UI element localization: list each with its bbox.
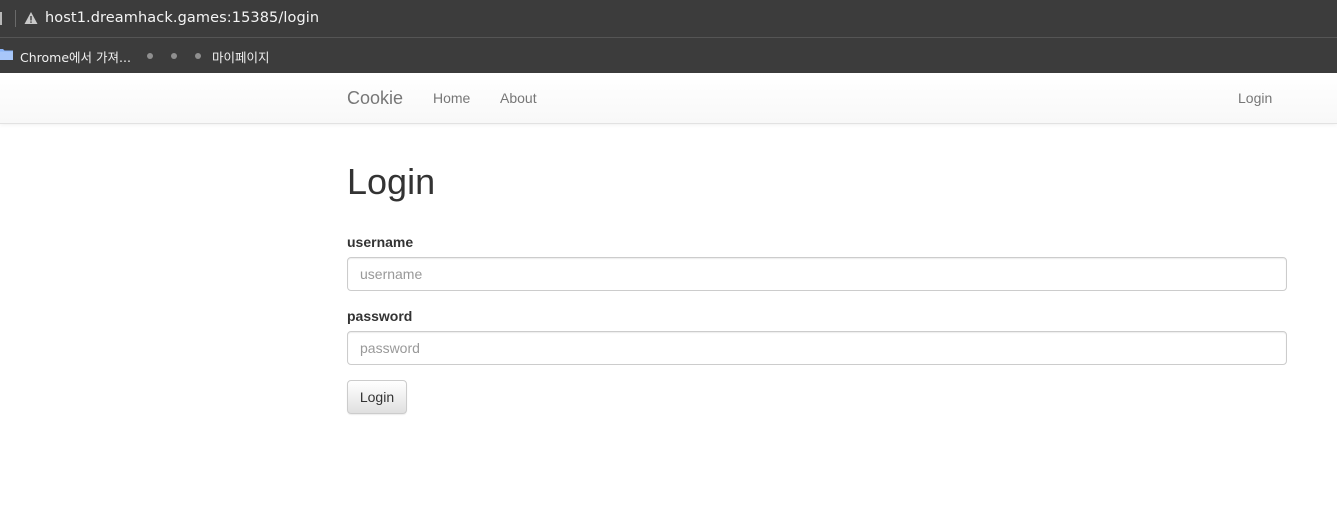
login-button[interactable]: Login: [347, 380, 407, 414]
bookmarks-bar: Chrome에서 가져... 마이페이지: [0, 37, 1337, 73]
browser-address-bar: host1.dreamhack.games:15385/login: [0, 0, 1337, 37]
not-secure-warning-icon[interactable]: [24, 11, 38, 25]
page-title: Login: [347, 161, 436, 202]
bookmark-mypage[interactable]: 마이페이지: [212, 47, 270, 66]
bookmark-favicon-icon[interactable]: [147, 53, 153, 59]
nav-link-login[interactable]: Login: [1238, 90, 1272, 106]
folder-icon[interactable]: [0, 48, 13, 60]
bookmark-favicon-icon[interactable]: [195, 53, 201, 59]
site-navbar: Cookie Home About Login: [0, 73, 1337, 124]
bookmark-imported-folder[interactable]: Chrome에서 가져...: [20, 47, 131, 66]
password-input[interactable]: [347, 331, 1287, 365]
tab-edge: [0, 12, 2, 25]
username-input[interactable]: [347, 257, 1287, 291]
username-label: username: [347, 234, 414, 250]
password-label: password: [347, 308, 413, 324]
address-divider: [15, 10, 16, 27]
url-field[interactable]: host1.dreamhack.games:15385/login: [45, 10, 319, 26]
nav-link-about[interactable]: About: [500, 90, 537, 106]
bookmark-favicon-icon[interactable]: [171, 53, 177, 59]
navbar-brand[interactable]: Cookie: [347, 88, 403, 109]
nav-link-home[interactable]: Home: [433, 90, 470, 106]
